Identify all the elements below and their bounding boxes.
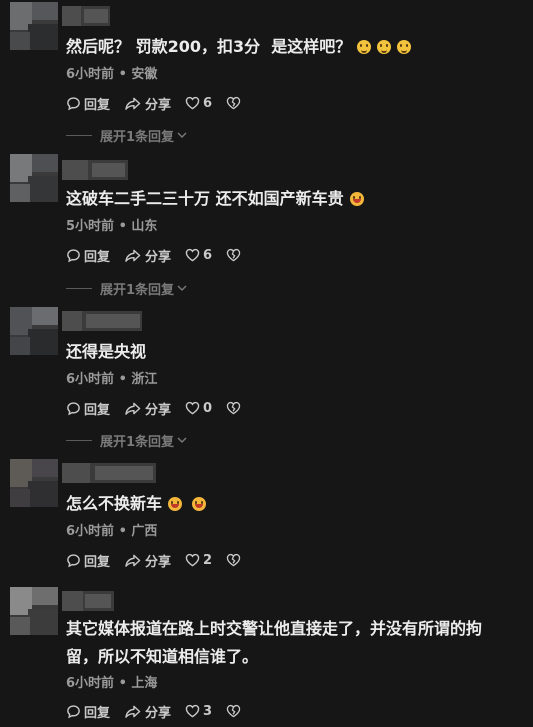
expand-replies-button[interactable]: 展开1条回复 [66, 431, 188, 450]
expand-label: 展开1条回复 [100, 434, 175, 450]
comment-text: 还得是央视 [66, 342, 147, 361]
reply-icon [67, 96, 80, 110]
share-label: 分享 [145, 249, 172, 265]
heart-icon [185, 248, 200, 262]
comment-text: 怎么不换新车 [66, 490, 513, 518]
reply-label: 回复 [84, 554, 111, 570]
share-icon [125, 249, 141, 262]
heart-icon [185, 553, 200, 567]
heart-icon [185, 704, 200, 718]
avatar[interactable] [10, 587, 58, 635]
like-button[interactable]: 2 [185, 553, 212, 568]
dislike-button[interactable] [226, 248, 244, 262]
like-button[interactable]: 0 [185, 401, 212, 416]
like-count: 2 [203, 552, 213, 568]
reply-label: 回复 [84, 402, 111, 418]
comment-actions: 回复 分享 6 [66, 246, 258, 265]
comment-meta: 6小时前 • 安徽 [66, 67, 158, 82]
broken-heart-icon [226, 553, 241, 567]
laughing-emoji-icon [168, 497, 183, 511]
username-blurred[interactable] [62, 160, 128, 180]
reply-button[interactable]: 回复 [66, 702, 110, 721]
chevron-down-icon [177, 285, 187, 291]
share-button[interactable]: 分享 [124, 246, 171, 265]
reply-icon [67, 248, 80, 262]
share-label: 分享 [145, 97, 172, 113]
laughing-emoji-icon [192, 497, 207, 511]
divider-line [66, 287, 92, 289]
comment-meta: 6小时前 • 上海 [66, 676, 158, 691]
smile-emoji-icon [397, 40, 412, 54]
broken-heart-icon [226, 96, 241, 110]
comment-meta: 6小时前 • 广西 [66, 524, 158, 539]
reply-label: 回复 [84, 705, 111, 721]
comment-text: 然后呢？ 罚款200，扣3分 是这样吧？ [66, 33, 513, 61]
reply-label: 回复 [84, 97, 111, 113]
like-button[interactable]: 6 [185, 248, 212, 263]
comment-actions: 回复 分享 3 [66, 702, 258, 721]
avatar[interactable] [10, 459, 58, 507]
share-icon [125, 402, 141, 415]
reply-icon [67, 401, 80, 415]
expand-replies-button[interactable]: 展开1条回复 [66, 279, 188, 298]
smile-emoji-icon [377, 40, 392, 54]
comment-text: 这破车二手二三十万 还不如国产新车贵 [66, 185, 513, 213]
comment-actions: 回复 分享 6 [66, 94, 258, 113]
chevron-down-icon [177, 437, 187, 443]
reply-icon [67, 553, 80, 567]
reply-button[interactable]: 回复 [66, 551, 110, 570]
like-button[interactable]: 6 [185, 96, 212, 111]
share-label: 分享 [145, 705, 172, 721]
like-count: 6 [203, 247, 213, 263]
dislike-button[interactable] [226, 96, 244, 110]
share-icon [125, 554, 141, 567]
dislike-button[interactable] [226, 553, 244, 567]
like-count: 3 [203, 703, 213, 719]
expand-label: 展开1条回复 [100, 129, 175, 145]
share-button[interactable]: 分享 [124, 399, 171, 418]
share-label: 分享 [145, 554, 172, 570]
chevron-down-icon [177, 132, 187, 138]
username-blurred[interactable] [62, 6, 110, 26]
reply-button[interactable]: 回复 [66, 94, 110, 113]
reply-button[interactable]: 回复 [66, 246, 110, 265]
comment-meta: 5小时前 • 山东 [66, 219, 158, 234]
comment-text: 其它媒体报道在路上时交警让他直接走了，并没有所谓的拘留，所以不知道相信谁了。 [66, 619, 483, 666]
avatar[interactable] [10, 307, 58, 355]
expand-label: 展开1条回复 [100, 282, 175, 298]
dislike-button[interactable] [226, 704, 244, 718]
username-blurred[interactable] [62, 463, 156, 483]
broken-heart-icon [226, 401, 241, 415]
username-blurred[interactable] [62, 591, 114, 611]
share-button[interactable]: 分享 [124, 551, 171, 570]
heart-icon [185, 96, 200, 110]
divider-line [66, 439, 92, 441]
share-button[interactable]: 分享 [124, 702, 171, 721]
share-icon [125, 97, 141, 110]
share-icon [125, 705, 141, 718]
dislike-button[interactable] [226, 401, 244, 415]
broken-heart-icon [226, 704, 241, 718]
comment-meta: 6小时前 • 浙江 [66, 372, 158, 387]
like-count: 0 [203, 400, 213, 416]
reply-label: 回复 [84, 249, 111, 265]
reply-button[interactable]: 回复 [66, 399, 110, 418]
divider-line [66, 134, 92, 136]
like-button[interactable]: 3 [185, 704, 212, 719]
avatar[interactable] [10, 2, 58, 50]
heart-icon [185, 401, 200, 415]
like-count: 6 [203, 95, 213, 111]
broken-heart-icon [226, 248, 241, 262]
reply-icon [67, 704, 80, 718]
comment-actions: 回复 分享 2 [66, 551, 258, 570]
share-label: 分享 [145, 402, 172, 418]
avatar[interactable] [10, 154, 58, 202]
laughing-emoji-icon [349, 192, 364, 206]
username-blurred[interactable] [62, 311, 142, 331]
share-button[interactable]: 分享 [124, 94, 171, 113]
expand-replies-button[interactable]: 展开1条回复 [66, 126, 188, 145]
comment-actions: 回复 分享 0 [66, 399, 258, 418]
smile-emoji-icon [357, 40, 372, 54]
